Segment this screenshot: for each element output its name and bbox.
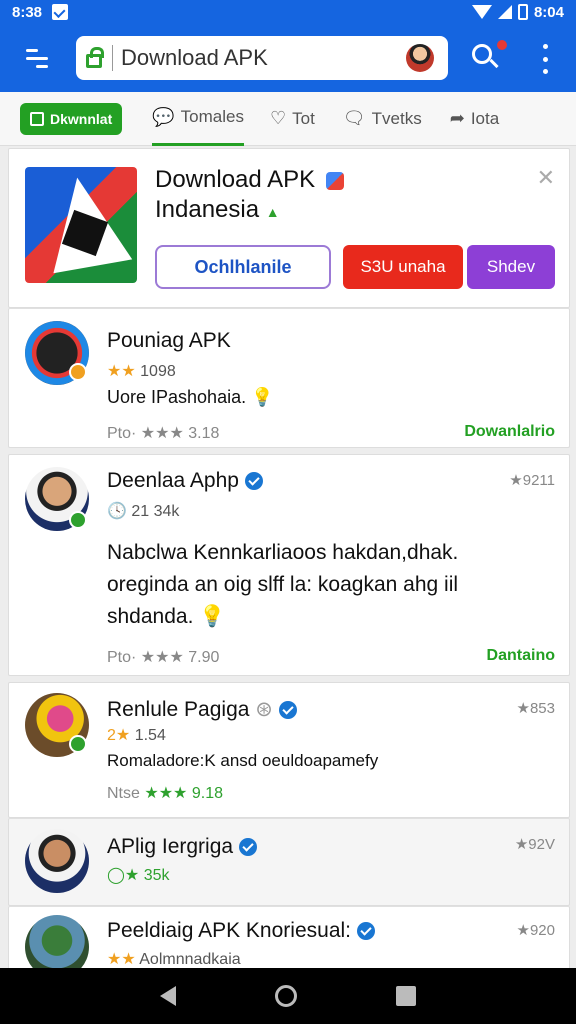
more-options-icon[interactable] xyxy=(538,44,552,74)
battery-icon xyxy=(517,4,528,20)
globe-icon: ⊛ xyxy=(255,698,273,721)
search-divider xyxy=(112,45,113,71)
app-badge-icon xyxy=(325,171,344,190)
app-meta: ★★ 1098 xyxy=(107,361,176,381)
comment-icon: 🗨 xyxy=(342,108,366,128)
home-icon[interactable] xyxy=(274,985,297,1007)
list-item[interactable]: Pouniag APK ★★ 1098 Uore IPashohaia. 💡 P… xyxy=(8,308,570,448)
bulb-icon: 💡 xyxy=(251,387,274,407)
app-logo xyxy=(25,167,137,283)
app-meta-value: 1098 xyxy=(140,363,176,380)
status-time: 8:38 xyxy=(12,3,43,21)
heart-icon: ♡ xyxy=(269,108,287,128)
featured-app-card[interactable]: Download APK Indanesia ▲ ✕ Ochlhlanile S… xyxy=(8,148,570,308)
list-item[interactable]: APlig Iergriga ★92V ◯★ 35k xyxy=(8,818,570,906)
app-footer: Ntse ★★★ 9.18 xyxy=(107,785,223,802)
list-item[interactable]: Peeldiaig APK Knoriesual: ★920 ★★ Aolmnn… xyxy=(8,906,570,968)
post-line-3: shdanda. 💡 xyxy=(107,605,226,628)
tab-label: Tvetks xyxy=(371,108,422,128)
download-link[interactable]: Dantaino xyxy=(487,647,555,665)
app-name: APlig Iergriga xyxy=(107,835,258,859)
clock-icon: 🕓 xyxy=(107,503,127,520)
user-avatar xyxy=(25,829,89,893)
app-footer: Pto· ★★★ 3.18 xyxy=(107,425,220,442)
status-bar: 8:38 8:04 xyxy=(0,0,576,24)
verified-icon xyxy=(69,511,87,529)
notification-icon xyxy=(52,4,69,20)
verified-icon xyxy=(69,363,87,381)
tab-label: Tomales xyxy=(180,107,244,126)
score-value: ★920 xyxy=(516,922,555,939)
score-value: ★9211 xyxy=(509,472,555,489)
recents-icon[interactable] xyxy=(396,986,417,1006)
toolbar: Download APK xyxy=(0,24,576,92)
lock-icon xyxy=(86,47,104,68)
purple-button[interactable]: Shdev xyxy=(467,245,555,289)
chat-icon: 💬 xyxy=(152,106,175,127)
list-item[interactable]: Renlule Pagiga ⊛ ★853 2★ 1.54 Romaladore… xyxy=(8,682,570,818)
system-nav-bar xyxy=(0,968,576,1024)
app-meta: ◯★ 35k xyxy=(107,867,170,884)
red-button[interactable]: S3U unaha xyxy=(343,245,463,289)
search-text[interactable]: Download APK xyxy=(121,45,268,71)
rating-stars: ★★ xyxy=(107,363,136,380)
verified-badge-icon xyxy=(244,472,263,491)
status-right-time: 8:04 xyxy=(533,3,564,21)
app-name: Pouniag APK xyxy=(107,329,231,352)
featured-subtitle: Indanesia ▲ xyxy=(155,196,280,223)
post-line-2: oreginda an oig slff la: koagkan ahg iil xyxy=(107,573,459,596)
back-icon[interactable] xyxy=(159,986,176,1006)
tab-label: Dkwnnlat xyxy=(50,110,113,127)
score-value: ★853 xyxy=(516,700,555,717)
profile-avatar[interactable] xyxy=(406,44,434,72)
app-desc: Uore IPashohaia. 💡 xyxy=(107,387,274,407)
app-name: Peeldiaig APK Knoriesual: xyxy=(107,919,375,943)
app-desc: Romaladore:K ansd oeuldoapamefy xyxy=(107,751,379,770)
menu-icon[interactable] xyxy=(12,24,62,92)
score-value: ★92V xyxy=(514,836,555,853)
download-tab-icon xyxy=(30,111,44,126)
tab-tomales[interactable]: 💬 Tomales xyxy=(152,92,244,146)
app-meta: 🕓 21 34k xyxy=(107,503,180,520)
download-link[interactable]: Dowanlalrio xyxy=(464,423,555,441)
verified-badge-icon xyxy=(357,922,375,941)
app-meta: ★★ Aolmnnadkaia xyxy=(107,951,241,968)
search-button[interactable] xyxy=(468,40,507,76)
signal-icon xyxy=(497,5,512,19)
app-meta: 2★ 1.54 xyxy=(107,727,166,744)
tab-download[interactable]: Dkwnnlat xyxy=(20,102,123,135)
list-item[interactable]: Deenlaa Aphp ★9211 🕓 21 34k Nabclwa Kenn… xyxy=(8,454,570,676)
search-bar[interactable]: Download APK xyxy=(76,36,448,80)
share-icon: ➦ xyxy=(449,108,465,128)
app-name: Deenlaa Aphp xyxy=(107,469,263,493)
tab-label: Tot xyxy=(292,108,315,128)
bulb-icon: 💡 xyxy=(199,605,226,628)
wifi-icon xyxy=(471,5,492,19)
tab-tvetks[interactable]: 🗨 Tvetks xyxy=(343,92,422,146)
tab-iota[interactable]: ➦ Iota xyxy=(450,92,499,146)
tab-bar: Dkwnnlat 💬 Tomales ♡ Tot 🗨 Tvetks ➦ Iota xyxy=(0,92,576,146)
tab-label: Iota xyxy=(470,108,500,128)
verified-badge-icon xyxy=(278,701,297,720)
verified-icon xyxy=(69,735,87,753)
tab-tot[interactable]: ♡ Tot xyxy=(270,92,315,146)
rating-stars: ◯★ xyxy=(107,867,140,884)
notification-dot xyxy=(497,40,507,50)
content-list: Download APK Indanesia ▲ ✕ Ochlhlanile S… xyxy=(8,148,570,968)
outline-button[interactable]: Ochlhlanile xyxy=(155,245,331,289)
verified-badge-icon xyxy=(239,838,258,857)
app-name: Renlule Pagiga ⊛ xyxy=(107,697,297,722)
post-line-1: Nabclwa Kennkarliaoos hakdan,dhak. xyxy=(107,541,459,564)
featured-title: Download APK xyxy=(155,165,344,195)
status-right: 8:04 xyxy=(471,3,564,21)
app-footer: Pto· ★★★ 7.90 xyxy=(107,649,220,666)
close-icon[interactable]: ✕ xyxy=(537,165,555,191)
trending-icon: ▲ xyxy=(265,204,280,220)
user-avatar xyxy=(25,915,89,968)
